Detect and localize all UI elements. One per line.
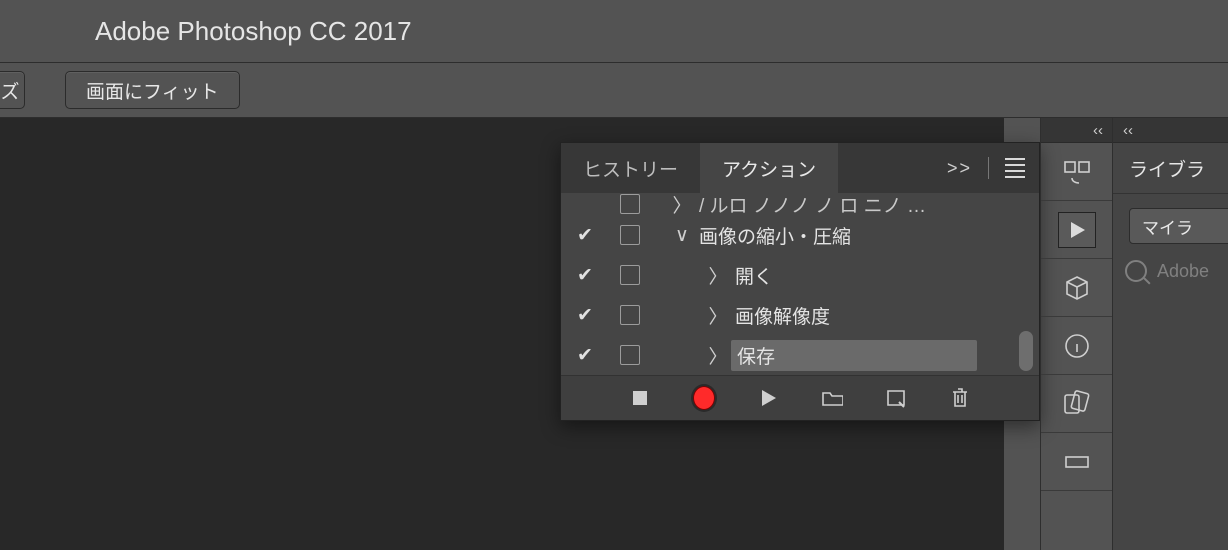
work-area: ヒストリー アクション >> 〉 / ルロ ノノノ ノ ロ ニノ … ✔ — [0, 118, 1228, 550]
caret-right-icon: 〉 — [669, 193, 695, 215]
check-icon[interactable]: ✔ — [577, 344, 593, 367]
dock-collapse-icon[interactable]: ‹‹ — [1041, 118, 1113, 143]
dialog-toggle-icon[interactable] — [620, 265, 640, 285]
tabs-overflow-icon[interactable]: >> — [947, 158, 972, 179]
dialog-toggle-icon[interactable] — [620, 194, 640, 214]
chevron-down-icon[interactable]: ∨ — [669, 224, 695, 247]
dock-actions-play-icon[interactable] — [1041, 201, 1113, 259]
panel-menu-icon[interactable] — [1005, 158, 1025, 178]
scrollbar-thumb[interactable] — [1019, 331, 1033, 371]
zoom-button-fragment[interactable]: ズ — [0, 71, 25, 109]
chevron-right-icon[interactable]: 〉 — [705, 302, 731, 329]
dialog-toggle-icon[interactable] — [620, 345, 640, 365]
libraries-panel: ‹‹ ライブラ マイラ Adobe — [1112, 118, 1228, 550]
dock-3d-icon[interactable] — [1041, 259, 1113, 317]
dialog-toggle-icon[interactable] — [620, 225, 640, 245]
new-action-icon[interactable] — [885, 387, 907, 409]
action-step-label: 開く — [731, 262, 1039, 289]
stop-icon[interactable] — [629, 387, 651, 409]
trash-icon[interactable] — [949, 387, 971, 409]
dock-history-icon[interactable] — [1041, 143, 1113, 201]
actions-panel: ヒストリー アクション >> 〉 / ルロ ノノノ ノ ロ ニノ … ✔ — [560, 142, 1040, 421]
action-step-row[interactable]: ✔ 〉 開く — [561, 255, 1039, 295]
action-step-label: 保存 — [731, 340, 977, 371]
check-icon[interactable]: ✔ — [577, 224, 593, 247]
tab-history[interactable]: ヒストリー — [561, 143, 700, 193]
action-group-row[interactable]: ✔ ∨ 画像の縮小・圧縮 — [561, 215, 1039, 255]
tab-libraries[interactable]: ライブラ — [1113, 143, 1228, 194]
action-step-label: 画像解像度 — [731, 302, 1039, 329]
action-step-row[interactable]: ✔ 〉 画像解像度 — [561, 295, 1039, 335]
check-icon[interactable]: ✔ — [577, 304, 593, 327]
actions-list: 〉 / ルロ ノノノ ノ ロ ニノ … ✔ ∨ 画像の縮小・圧縮 ✔ 〉 開く … — [561, 193, 1039, 375]
tab-actions[interactable]: アクション — [700, 143, 838, 193]
options-bar: ズ 画面にフィット — [0, 63, 1228, 118]
panel-tabs: ヒストリー アクション >> — [561, 143, 1039, 193]
search-icon — [1125, 260, 1147, 282]
search-placeholder: Adobe — [1157, 261, 1209, 282]
record-icon[interactable] — [693, 387, 715, 409]
my-library-button[interactable]: マイラ — [1129, 208, 1228, 244]
dock-extra-icon[interactable] — [1041, 433, 1113, 491]
action-group-label: 画像の縮小・圧縮 — [695, 222, 1039, 249]
action-step-row-selected[interactable]: ✔ 〉 保存 — [561, 335, 1039, 375]
dock-swatches-icon[interactable] — [1041, 375, 1113, 433]
side-collapse-icon[interactable]: ‹‹ — [1113, 118, 1228, 143]
chevron-right-icon[interactable]: 〉 — [705, 342, 731, 369]
dock-info-icon[interactable] — [1041, 317, 1113, 375]
tabs-separator — [988, 157, 989, 179]
library-search[interactable]: Adobe — [1125, 260, 1228, 282]
title-bar: Adobe Photoshop CC 2017 — [0, 0, 1228, 63]
actions-footer — [561, 375, 1039, 420]
action-row-fragment[interactable]: 〉 / ルロ ノノノ ノ ロ ニノ … — [561, 193, 1039, 215]
new-set-folder-icon[interactable] — [821, 387, 843, 409]
dialog-toggle-icon[interactable] — [620, 305, 640, 325]
app-title: Adobe Photoshop CC 2017 — [95, 16, 412, 47]
chevron-right-icon[interactable]: 〉 — [705, 262, 731, 289]
fit-screen-button[interactable]: 画面にフィット — [65, 71, 240, 109]
icon-dock: ‹‹ — [1040, 118, 1114, 550]
check-icon[interactable]: ✔ — [577, 264, 593, 287]
play-icon[interactable] — [757, 387, 779, 409]
